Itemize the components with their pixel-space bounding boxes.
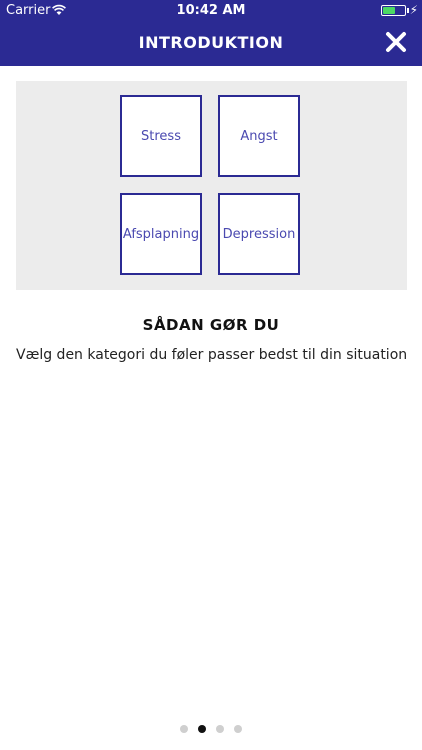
category-depression[interactable]: Depression	[218, 193, 300, 275]
page-dot[interactable]	[234, 725, 242, 733]
page-dot-active[interactable]	[198, 725, 206, 733]
battery-icon	[381, 5, 406, 16]
instructions-heading: SÅDAN GØR DU	[142, 316, 280, 334]
page-indicator[interactable]	[0, 725, 422, 733]
category-preview: Stress Angst Afsplapning Depression	[16, 81, 407, 290]
header-bar: Carrier 10:42 AM ⚡ INTRODUKTION	[0, 0, 422, 66]
page-dot[interactable]	[216, 725, 224, 733]
page-title: INTRODUKTION	[138, 33, 284, 52]
charging-icon: ⚡	[409, 3, 418, 17]
category-angst[interactable]: Angst	[218, 95, 300, 177]
category-afsplapning[interactable]: Afsplapning	[120, 193, 202, 275]
page-dot[interactable]	[180, 725, 188, 733]
status-bar: Carrier 10:42 AM ⚡	[0, 0, 422, 22]
close-icon[interactable]	[384, 30, 408, 54]
category-stress[interactable]: Stress	[120, 95, 202, 177]
instructions-text: Vælg den kategori du føler passer bedst …	[16, 347, 408, 363]
clock: 10:42 AM	[176, 3, 246, 18]
